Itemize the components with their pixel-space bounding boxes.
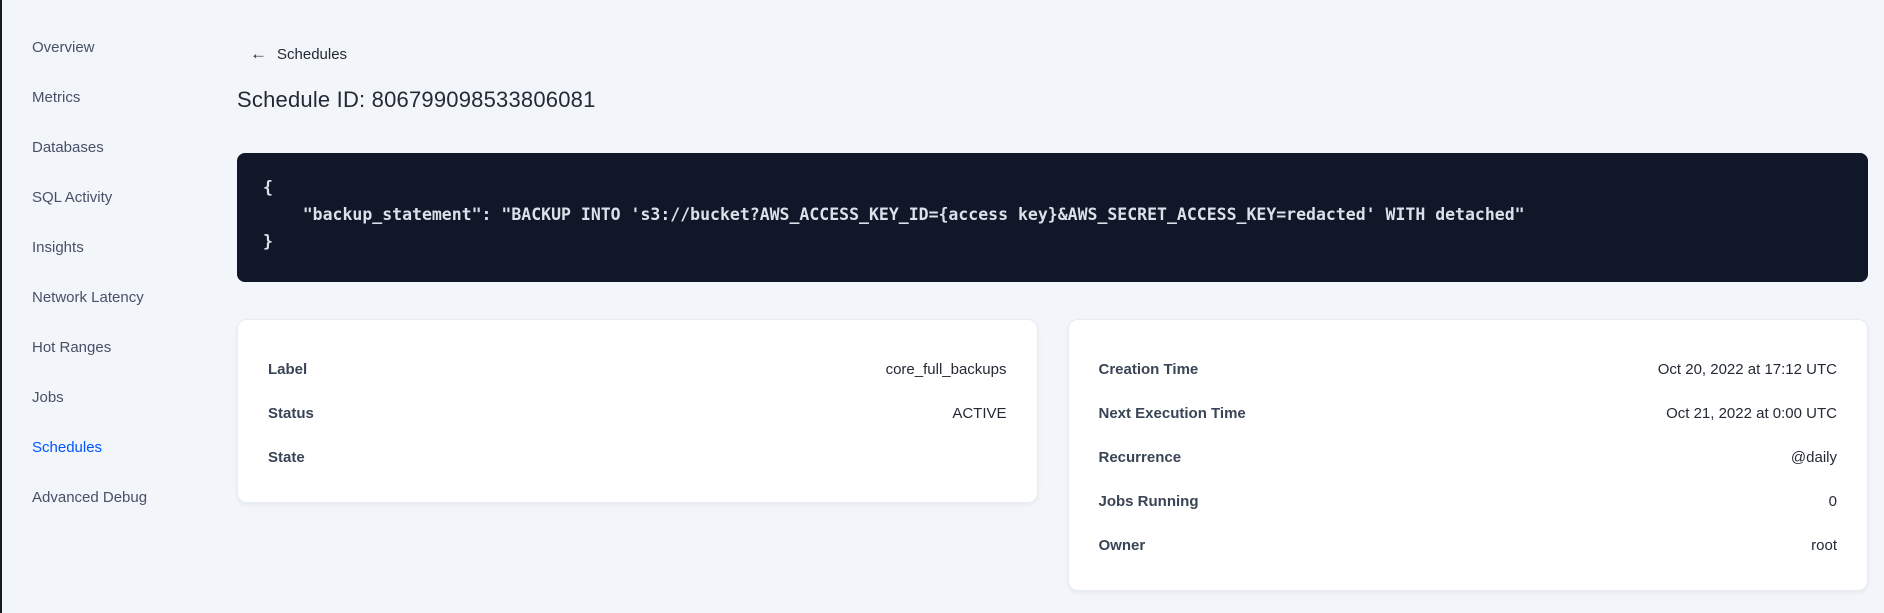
code-line: "backup_statement": "BACKUP INTO 's3://b…	[263, 205, 1525, 224]
timing-row: Owner root	[1099, 523, 1838, 567]
sidebar-item-label: Schedules	[32, 439, 103, 456]
sidebar-item-label: Advanced Debug	[32, 489, 148, 506]
schedule-timing-card: Creation Time Oct 20, 2022 at 17:12 UTC …	[1067, 319, 1868, 591]
detail-row: Status ACTIVE	[268, 391, 1007, 435]
detail-row: Label core_full_backups	[268, 347, 1007, 391]
main-content: ← Schedules Schedule ID: 806799098533806…	[237, 0, 1868, 591]
sidebar-nav: Overview Metrics Databases SQL Activity …	[2, 0, 212, 523]
sidebar-item-label: Metrics	[32, 89, 81, 106]
timing-row-label: Owner	[1098, 536, 1146, 554]
sidebar-item-label: Hot Ranges	[32, 339, 112, 356]
sidebar-item[interactable]: Schedules	[2, 423, 212, 473]
timing-row-label: Next Execution Time	[1098, 404, 1246, 422]
sidebar-item-label: Overview	[32, 39, 95, 56]
sidebar-item[interactable]: Metrics	[2, 73, 212, 123]
sidebar-item[interactable]: Overview	[2, 23, 212, 73]
timing-row: Creation Time Oct 20, 2022 at 17:12 UTC	[1099, 347, 1838, 391]
sidebar-item-label: SQL Activity	[32, 189, 113, 206]
sidebar-item-label: Network Latency	[32, 289, 144, 306]
sidebar-item-label: Jobs	[32, 389, 64, 406]
timing-row-value: @daily	[1790, 448, 1837, 466]
backup-statement-code-block: { "backup_statement": "BACKUP INTO 's3:/…	[237, 153, 1868, 282]
detail-row-label: Status	[268, 404, 314, 422]
code-line: {	[263, 178, 273, 197]
summary-cards: Label core_full_backups Status ACTIVE St…	[237, 319, 1868, 591]
sidebar-item-label: Databases	[32, 139, 104, 156]
sidebar-item[interactable]: Insights	[2, 223, 212, 273]
back-link-label: Schedules	[277, 46, 348, 63]
timing-row-value: root	[1811, 536, 1837, 554]
sidebar-item[interactable]: Advanced Debug	[2, 473, 212, 523]
detail-row: State	[268, 435, 1007, 479]
sidebar-item[interactable]: SQL Activity	[2, 173, 212, 223]
back-arrow-icon: ←	[250, 44, 267, 63]
detail-row-label: Label	[268, 360, 308, 378]
timing-row: Jobs Running 0	[1099, 479, 1838, 523]
detail-row-value: ACTIVE	[952, 404, 1007, 422]
sidebar-item[interactable]: Jobs	[2, 373, 212, 423]
sidebar-item[interactable]: Databases	[2, 123, 212, 173]
detail-row-value: core_full_backups	[885, 360, 1007, 378]
code-line: }	[263, 232, 273, 251]
page-title: Schedule ID: 806799098533806081	[237, 87, 596, 112]
sidebar-item[interactable]: Hot Ranges	[2, 323, 212, 373]
back-to-schedules-link[interactable]: ← Schedules	[250, 44, 348, 63]
timing-row-label: Creation Time	[1098, 360, 1199, 378]
timing-row-value: Oct 20, 2022 at 17:12 UTC	[1657, 360, 1837, 378]
timing-row-label: Jobs Running	[1098, 492, 1199, 510]
timing-row: Next Execution Time Oct 21, 2022 at 0:00…	[1099, 391, 1838, 435]
timing-row-value: 0	[1828, 492, 1837, 510]
timing-row: Recurrence @daily	[1099, 435, 1838, 479]
detail-row-label: State	[268, 448, 305, 466]
sidebar-item-label: Insights	[32, 239, 84, 256]
timing-row-label: Recurrence	[1098, 448, 1182, 466]
schedule-details-card: Label core_full_backups Status ACTIVE St…	[237, 319, 1038, 503]
sidebar-item[interactable]: Network Latency	[2, 273, 212, 323]
timing-row-value: Oct 21, 2022 at 0:00 UTC	[1666, 404, 1837, 422]
